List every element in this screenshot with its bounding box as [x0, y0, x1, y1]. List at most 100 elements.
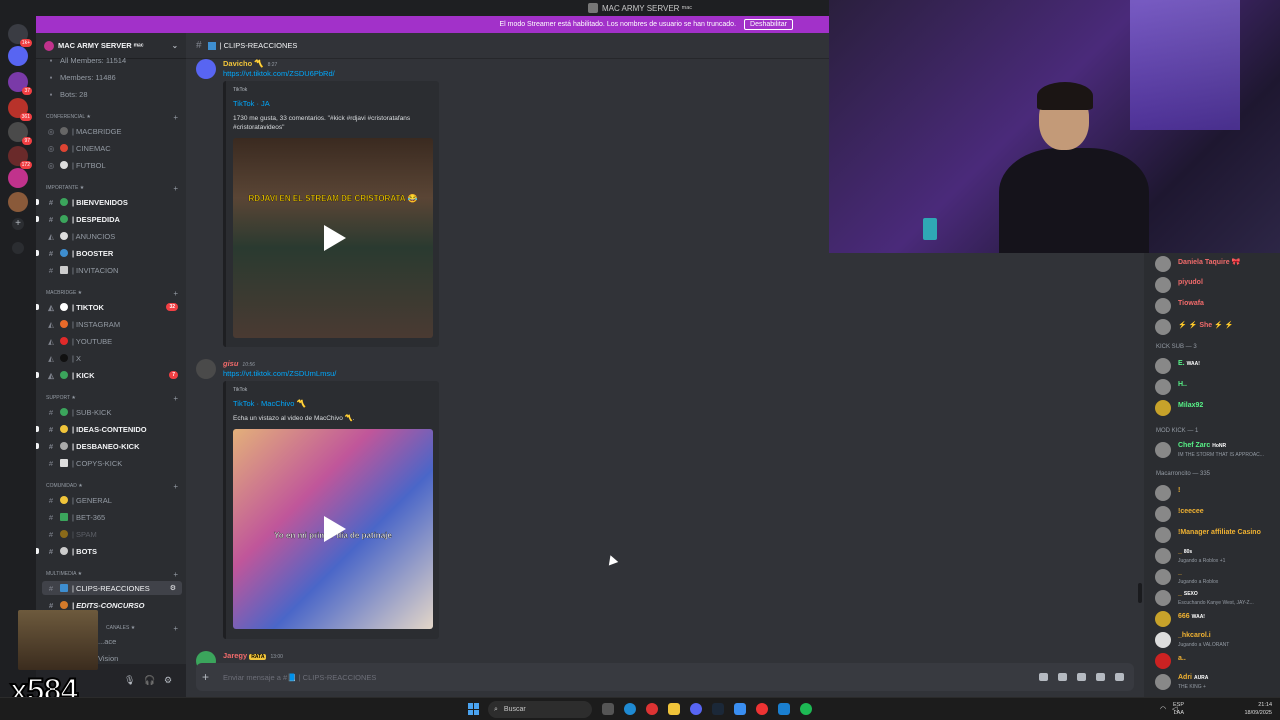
channel-cinemac[interactable]: ◎ | CINEMAC [36, 141, 186, 155]
language-indicator[interactable]: ESP LAA [1173, 701, 1184, 717]
channel-general[interactable]: # | GENERAL [36, 493, 186, 507]
channel-ideas-contenido[interactable]: # | IDEAS-CONTENIDO [36, 422, 186, 436]
add-channel-icon[interactable]: + [173, 570, 178, 579]
clock[interactable]: 21:14 18/09/2025 [1244, 701, 1272, 717]
headphones-icon[interactable]: 🎧 [144, 675, 155, 686]
gif-icon[interactable] [1058, 673, 1067, 681]
channel-tiktok[interactable]: ◭ | TIKTOK 32 [36, 300, 186, 314]
add-channel-icon[interactable]: + [173, 289, 178, 298]
store-icon[interactable] [778, 703, 790, 715]
message-author[interactable]: Jaregy RATA 13:00 [223, 651, 283, 660]
video-thumbnail[interactable]: RDJAVI EN EL STREAM DE CRISTORATA 😂 [233, 138, 433, 338]
channel-desbaneo-kick[interactable]: # | DESBANEO-KICK [36, 439, 186, 453]
member-item[interactable]: ⚡ ⚡ She ⚡ ⚡ [1144, 316, 1280, 336]
member-item[interactable]: H.. [1144, 376, 1280, 396]
embed-title[interactable]: TikTok · MacChivo 〽️ [233, 399, 306, 408]
user-avatar[interactable] [196, 359, 216, 379]
embed-title[interactable]: TikTok · JA [233, 99, 270, 108]
scrollbar-thumb[interactable] [1138, 583, 1142, 603]
server-icon-3[interactable]: 361 [8, 98, 32, 121]
add-channel-icon[interactable]: + [173, 624, 178, 633]
discover-icon[interactable] [12, 242, 24, 254]
member-item[interactable]: !ceecee [1144, 503, 1280, 523]
member-item[interactable]: E. WAA! [1144, 355, 1280, 375]
attach-plus-icon[interactable]: + [202, 670, 209, 684]
server-icon-2[interactable]: 37 [8, 72, 32, 95]
activities-icon[interactable] [1115, 673, 1124, 681]
category-importante[interactable]: IMPORTANTE ★ + [36, 181, 186, 195]
channel-spam[interactable]: # | SPAM [36, 527, 186, 541]
sticker-icon[interactable] [1077, 673, 1086, 681]
message-link[interactable]: https://vt.tiktok.com/ZSDU6PbRd/ [223, 69, 335, 78]
add-channel-icon[interactable]: + [173, 482, 178, 491]
member-item[interactable]: _ Jugando a Roblox [1144, 566, 1280, 586]
gift-icon[interactable] [1039, 673, 1048, 681]
member-item[interactable]: a.. [1144, 650, 1280, 670]
channel-futbol[interactable]: ◎ | FUTBOL [36, 158, 186, 172]
spotify-icon[interactable] [800, 703, 812, 715]
play-icon[interactable] [324, 516, 346, 542]
server-icon-1[interactable]: 1k+ [8, 24, 32, 47]
steam-icon[interactable] [712, 703, 724, 715]
message-author[interactable]: Davicho 〽️ 8:27 [223, 59, 277, 68]
file-explorer-icon[interactable] [668, 703, 680, 715]
microphone-icon[interactable]: 🎙 [124, 675, 135, 686]
member-item[interactable]: !Manager affiliate Casino [1144, 524, 1280, 544]
member-item[interactable]: ! [1144, 482, 1280, 502]
channel-bots[interactable]: # | BOTS [36, 544, 186, 558]
server-icon-6[interactable] [8, 192, 28, 212]
member-item[interactable]: piyudol [1144, 274, 1280, 294]
member-item[interactable]: Daniela Taquire 🎀 [1144, 253, 1280, 273]
member-item[interactable]: _hkcarol.i Jugando a VALORANT [1144, 629, 1280, 649]
discord-taskbar-icon[interactable] [690, 703, 702, 715]
channel-sub-kick[interactable]: # | SUB-KICK [36, 405, 186, 419]
add-channel-icon[interactable]: + [173, 113, 178, 122]
channel-instagram[interactable]: ◭ | INSTAGRAM [36, 317, 186, 331]
message-author[interactable]: gisu 10:56 [223, 359, 255, 368]
channel-anuncios[interactable]: ◭ | ANUNCIOS [36, 229, 186, 243]
server-icon-4[interactable]: 97 [8, 122, 32, 145]
channel-bienvenidos[interactable]: # | BIENVENIDOS [36, 195, 186, 209]
member-item[interactable]: _ SEXO Escuchando Kanye West, JAY-Z... [1144, 587, 1280, 607]
channel-macbridge[interactable]: ◎ | MACBRIDGE [36, 124, 186, 138]
settings-gear-icon[interactable]: ⚙ [170, 584, 176, 592]
taskbar-search[interactable]: ⌕ Buscar [488, 701, 592, 718]
add-channel-icon[interactable]: + [173, 184, 178, 193]
channel-clips-reacciones[interactable]: # | CLIPS-REACCIONES ⚙ [42, 581, 182, 595]
add-server-icon[interactable]: + [12, 218, 24, 230]
play-icon[interactable] [324, 225, 346, 251]
member-item[interactable]: _ 80s Jugando a Roblox +1 [1144, 545, 1280, 565]
emoji-icon[interactable] [1096, 673, 1105, 681]
message-composer[interactable]: + Enviar mensaje a #📘 | CLIPS-REACCIONES [196, 663, 1134, 691]
category-comunidad[interactable]: COMUNIDAD ★ + [36, 479, 186, 493]
member-item[interactable]: Chef Zarc HoNR IM THE STORM THAT IS APPRO… [1144, 439, 1280, 459]
member-item[interactable]: Adri AURA THE KING + [1144, 671, 1280, 691]
message-link[interactable]: https://vt.tiktok.com/ZSDUmLmsu/ [223, 369, 336, 378]
category-macbridge[interactable]: MACBRIDGE ★ + [36, 286, 186, 300]
server-icon-mac-army[interactable] [8, 168, 28, 188]
channel-booster[interactable]: # | BOOSTER [36, 246, 186, 260]
discord-home-icon[interactable] [8, 46, 28, 66]
channel-copys-kick[interactable]: # | COPYS-KICK [36, 456, 186, 470]
windows-start-icon[interactable] [468, 703, 480, 715]
video-thumbnail[interactable]: Yo en mi primer día de patinaje [233, 429, 433, 629]
channel-invitacion[interactable]: # | INVITACION [36, 263, 186, 277]
user-avatar[interactable] [196, 59, 216, 79]
add-channel-icon[interactable]: + [173, 394, 178, 403]
member-item[interactable]: Milax92 [1144, 397, 1280, 417]
wifi-icon[interactable]: ◠ [1160, 705, 1166, 713]
member-item[interactable]: Tiowafa [1144, 295, 1280, 315]
edge-icon[interactable] [624, 703, 636, 715]
chrome-icon[interactable] [646, 703, 658, 715]
channel-despedida[interactable]: # | DESPEDIDA [36, 212, 186, 226]
disable-streamer-button[interactable]: Deshabilitar [744, 19, 793, 30]
channel-kick[interactable]: ◭ | KICK 7 [36, 368, 186, 382]
category-support[interactable]: SUPPORT ★ + [36, 391, 186, 405]
category-conferencial[interactable]: CONFERENCIAL ★ + [36, 110, 186, 124]
opera-icon[interactable] [756, 703, 768, 715]
member-item[interactable]: 666 WAA! [1144, 608, 1280, 628]
server-icon-5[interactable]: 172 [8, 146, 32, 169]
task-view-icon[interactable] [602, 703, 614, 715]
user-settings-gear-icon[interactable]: ⚙ [164, 675, 172, 686]
app-icon[interactable] [734, 703, 746, 715]
